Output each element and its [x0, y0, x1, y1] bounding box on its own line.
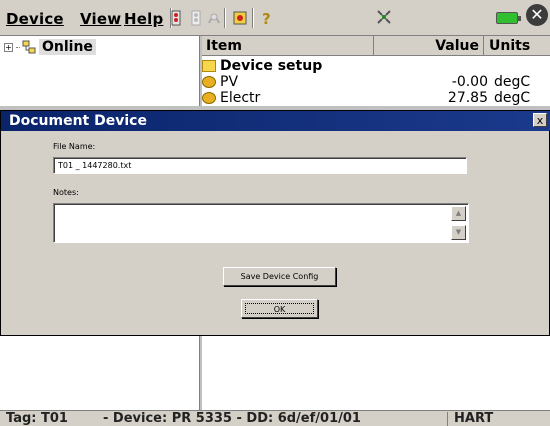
- menu-device[interactable]: Device: [6, 10, 64, 28]
- status-bar: Tag: T01 - Device: PR 5335 - DD: 6d/ef/0…: [0, 410, 550, 426]
- list-header: Item Value Units: [202, 36, 550, 56]
- dialog-close-button[interactable]: x: [533, 113, 547, 127]
- list-item[interactable]: Electr 27.85 degC: [202, 90, 550, 106]
- connect-icon[interactable]: [168, 9, 184, 27]
- help-icon[interactable]: ?: [258, 9, 274, 27]
- menu-view[interactable]: View: [80, 10, 121, 28]
- tree-item-online[interactable]: + Online: [4, 38, 96, 56]
- notes-label: Notes:: [53, 188, 79, 197]
- ok-button[interactable]: OK: [241, 299, 318, 318]
- battery-icon: [496, 12, 521, 24]
- device-icon[interactable]: [232, 9, 248, 27]
- close-app-button[interactable]: ✕: [526, 4, 548, 26]
- file-name-input[interactable]: T01 _ 1447280.txt: [53, 157, 467, 174]
- file-name-label: File Name:: [53, 142, 96, 151]
- column-header-units[interactable]: Units: [485, 36, 550, 56]
- tree-label-online: Online: [39, 39, 96, 55]
- variable-icon: [202, 76, 216, 88]
- disconnect-icon[interactable]: [188, 9, 204, 27]
- save-device-config-button[interactable]: Save Device Config: [223, 267, 336, 286]
- status-device: - Device: PR 5335 - DD: 6d/ef/01/01: [103, 411, 361, 426]
- hart-activity-icon: [377, 10, 391, 24]
- list-item[interactable]: PV -0.00 degC: [202, 74, 550, 90]
- variable-icon: [202, 92, 216, 104]
- ok-button-label: OK: [245, 303, 314, 314]
- lower-tree-pane: [0, 336, 200, 410]
- list-item[interactable]: Device setup: [202, 58, 550, 74]
- toolbar-separator: [252, 8, 253, 28]
- lower-list-pane: [202, 336, 550, 410]
- tree-connector: [16, 46, 20, 48]
- dialog-title: Document Device: [1, 111, 550, 131]
- toolbar-separator: [224, 8, 225, 28]
- menu-toolbar-bar: Device View Help ? ✕: [0, 0, 550, 36]
- column-header-value[interactable]: Value: [374, 36, 484, 56]
- column-header-item[interactable]: Item: [206, 36, 374, 56]
- menu-help[interactable]: Help: [124, 10, 163, 28]
- scroll-down-arrow-icon[interactable]: ▼: [451, 225, 466, 240]
- status-separator: [447, 412, 448, 426]
- status-tag: Tag: T01: [6, 411, 68, 426]
- svg-text:?: ?: [262, 10, 271, 27]
- status-protocol: HART: [454, 411, 494, 426]
- notes-textarea[interactable]: ▲ ▼: [53, 203, 469, 243]
- item-list: Item Value Units Device setup PV -0.00 d…: [202, 36, 550, 106]
- folder-icon: [202, 60, 216, 72]
- device-tree: + Online: [0, 36, 200, 106]
- network-icon: [22, 40, 36, 54]
- scroll-up-arrow-icon[interactable]: ▲: [451, 206, 466, 221]
- poll-icon[interactable]: [206, 9, 222, 27]
- tree-expand-icon[interactable]: +: [4, 42, 13, 52]
